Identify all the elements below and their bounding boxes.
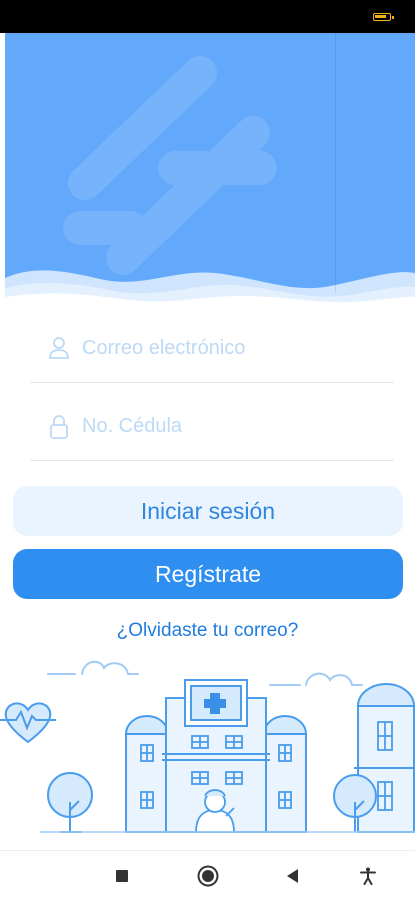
battery-icon [373,13,394,21]
forgot-email-link[interactable]: ¿Olvidaste tu correo? [0,620,415,642]
system-nav-bar [0,850,415,901]
lock-icon [50,415,68,439]
hospital-illustration [0,660,415,833]
hero-header [5,33,415,303]
heart-icon [0,702,56,744]
id-number-field[interactable] [30,394,394,461]
back-triangle-icon[interactable] [267,851,317,901]
user-icon [49,337,69,359]
hero-divider [335,33,336,293]
register-button[interactable]: Regístrate [13,549,403,599]
brand-logo [5,56,415,303]
email-field[interactable] [30,316,394,383]
status-bar [0,0,415,33]
home-circle-icon[interactable] [183,851,233,901]
email-input[interactable] [82,334,382,362]
accessibility-icon[interactable] [343,851,393,901]
login-button[interactable]: Iniciar sesión [13,486,403,536]
id-number-input[interactable] [82,412,382,440]
recents-square-icon[interactable] [97,851,147,901]
